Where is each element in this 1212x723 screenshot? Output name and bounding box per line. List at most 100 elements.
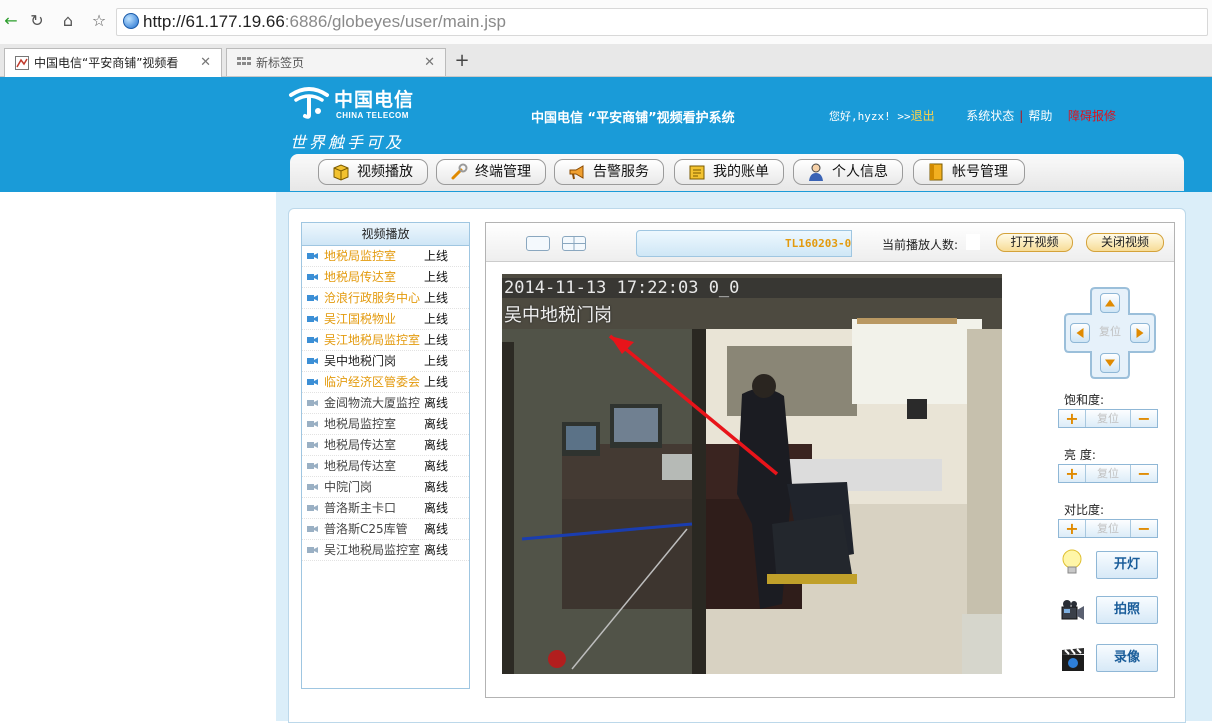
ptz-reset-button[interactable]: 复位	[1095, 322, 1125, 342]
record-button[interactable]: 录像	[1096, 644, 1158, 672]
brightness-increase-button[interactable]: +	[1059, 465, 1086, 482]
camera-list-item[interactable]: 中院门岗 离线	[302, 477, 469, 498]
megaphone-icon	[569, 165, 584, 180]
camera-name: 地税局监控室	[324, 417, 397, 431]
menu-terminal-management[interactable]: 终端管理	[436, 159, 546, 185]
camera-id-field: TL160203-0(	[636, 230, 852, 257]
menu-label: 个人信息	[832, 164, 888, 180]
home-icon[interactable]: ⌂	[57, 10, 79, 32]
camera-name: 地税局监控室	[324, 249, 397, 263]
globe-icon	[123, 13, 139, 29]
camera-name: 普洛斯主卡口	[324, 501, 397, 515]
ptz-control: 复位	[1061, 284, 1159, 382]
welcome-text: 您好,hyzx! >>	[829, 110, 911, 123]
camera-status: 上线	[424, 354, 449, 368]
camera-list-item[interactable]: 普洛斯C25库管 离线	[302, 519, 469, 540]
ptz-up-button[interactable]	[1100, 293, 1120, 313]
close-video-button[interactable]: 关闭视频	[1086, 233, 1164, 252]
saturation-label: 饱和度:	[1064, 393, 1105, 407]
saturation-increase-button[interactable]: +	[1059, 410, 1086, 427]
address-bar[interactable]: http://61.177.19.66:6886/globeyes/user/m…	[116, 8, 1208, 36]
person-icon	[809, 163, 823, 181]
tab-new[interactable]: 新标签页 ✕	[226, 48, 446, 76]
camera-list-item[interactable]: 金阊物流大厦监控 离线	[302, 393, 469, 414]
tab-label: 新标签页	[256, 56, 305, 70]
camera-list-item[interactable]: 吴江地税局监控室 上线	[302, 330, 469, 351]
camera-status: 离线	[424, 522, 449, 536]
camera-status: 离线	[424, 438, 449, 452]
camera-list-item[interactable]: 地税局监控室 上线	[302, 246, 469, 267]
link-separator: |	[1019, 109, 1024, 123]
brightness-reset-button[interactable]: 复位	[1086, 465, 1130, 482]
logout-link[interactable]: 退出	[911, 109, 935, 123]
single-view-layout-icon[interactable]	[526, 236, 550, 251]
camera-node-icon	[307, 463, 318, 469]
help-link[interactable]: 帮助	[1028, 109, 1052, 123]
url-host: http://61.177.19.66	[143, 12, 285, 31]
folder-icon	[929, 163, 943, 181]
camera-name: 吴江国税物业	[324, 312, 397, 326]
camera-list-item[interactable]: 地税局监控室 离线	[302, 414, 469, 435]
light-on-button[interactable]: 开灯	[1096, 551, 1158, 579]
camera-list-item[interactable]: 吴江地税局监控室 离线	[302, 540, 469, 561]
open-video-button[interactable]: 打开视频	[996, 233, 1073, 252]
camera-node-icon	[307, 526, 318, 532]
bookmark-star-icon[interactable]: ☆	[88, 10, 110, 32]
close-tab-icon[interactable]: ✕	[424, 49, 435, 77]
saturation-decrease-button[interactable]: −	[1130, 410, 1157, 427]
camera-name: 普洛斯C25库管	[324, 522, 408, 536]
url-path: :6886/globeyes/user/main.jsp	[284, 12, 506, 31]
camera-node-icon	[307, 358, 318, 364]
video-cube-icon	[333, 164, 349, 181]
back-arrow-icon[interactable]: ←	[0, 10, 22, 32]
menu-video-playback[interactable]: 视频播放	[318, 159, 428, 185]
quad-view-layout-icon[interactable]	[562, 236, 586, 251]
camera-status: 离线	[424, 501, 449, 515]
camera-status: 上线	[424, 249, 449, 263]
camera-list-item[interactable]: 地税局传达室 离线	[302, 456, 469, 477]
menu-account-management[interactable]: 帐号管理	[913, 159, 1025, 185]
logo-slogan: 世界触手可及	[290, 133, 405, 152]
camera-status: 上线	[424, 291, 449, 305]
brightness-control: + 复位 −	[1058, 464, 1158, 483]
menu-personal-info[interactable]: 个人信息	[793, 159, 903, 185]
video-camera-name-overlay: 吴中地税门岗	[504, 305, 612, 326]
brightness-decrease-button[interactable]: −	[1130, 465, 1157, 482]
ptz-left-button[interactable]	[1070, 323, 1090, 343]
new-tab-button[interactable]: +	[452, 52, 472, 72]
camera-name: 临沪经济区管委会	[324, 375, 421, 389]
wrench-icon	[451, 163, 468, 180]
video-feed: 2014-11-13 17:22:03 0_0 吴中地税门岗	[502, 274, 1002, 674]
contrast-decrease-button[interactable]: −	[1130, 520, 1157, 537]
camera-list-item[interactable]: 普洛斯主卡口 离线	[302, 498, 469, 519]
camera-status: 上线	[424, 333, 449, 347]
reload-icon[interactable]: ↻	[26, 10, 48, 32]
camera-list-item[interactable]: 地税局传达室 上线	[302, 267, 469, 288]
menu-my-bill[interactable]: 我的账单	[674, 159, 784, 185]
system-status-link[interactable]: 系统状态	[966, 109, 1014, 123]
camera-list-item[interactable]: 吴江国税物业 上线	[302, 309, 469, 330]
contrast-increase-button[interactable]: +	[1059, 520, 1086, 537]
fault-report-link[interactable]: 障碍报修	[1068, 109, 1116, 123]
camera-list-item[interactable]: 地税局传达室 离线	[302, 435, 469, 456]
saturation-reset-button[interactable]: 复位	[1086, 410, 1130, 427]
snapshot-button[interactable]: 拍照	[1096, 596, 1158, 624]
camera-name: 吴江地税局监控室	[324, 333, 421, 347]
menu-alarm-service[interactable]: 告警服务	[554, 159, 664, 185]
film-clapper-icon	[1062, 648, 1084, 671]
camera-list-panel: 视频播放 地税局监控室 上线 地税局传达室 上线 沧浪行政服务中心 上线 吴江国税物业 上线吴…	[301, 222, 470, 689]
camera-list-item[interactable]: 临沪经济区管委会 上线	[302, 372, 469, 393]
tab-platform[interactable]: 中国电信“平安商铺”视频看 ✕	[4, 48, 222, 77]
close-tab-icon[interactable]: ✕	[200, 49, 211, 77]
camera-node-icon	[307, 274, 318, 280]
ptz-down-button[interactable]	[1100, 353, 1120, 373]
camera-list-item[interactable]: 吴中地税门岗 上线	[302, 351, 469, 372]
camera-node-icon	[307, 337, 318, 343]
camera-status: 离线	[424, 480, 449, 494]
system-title: 中国电信 “平安商铺”视频看护系统	[531, 111, 735, 126]
camera-id: TL160203-0(	[785, 237, 852, 250]
contrast-reset-button[interactable]: 复位	[1086, 520, 1130, 537]
content-area: 视频播放 地税局监控室 上线 地税局传达室 上线 沧浪行政服务中心 上线 吴江国税物业 上线吴…	[276, 192, 1212, 723]
camera-list-item[interactable]: 沧浪行政服务中心 上线	[302, 288, 469, 309]
ptz-right-button[interactable]	[1130, 323, 1150, 343]
